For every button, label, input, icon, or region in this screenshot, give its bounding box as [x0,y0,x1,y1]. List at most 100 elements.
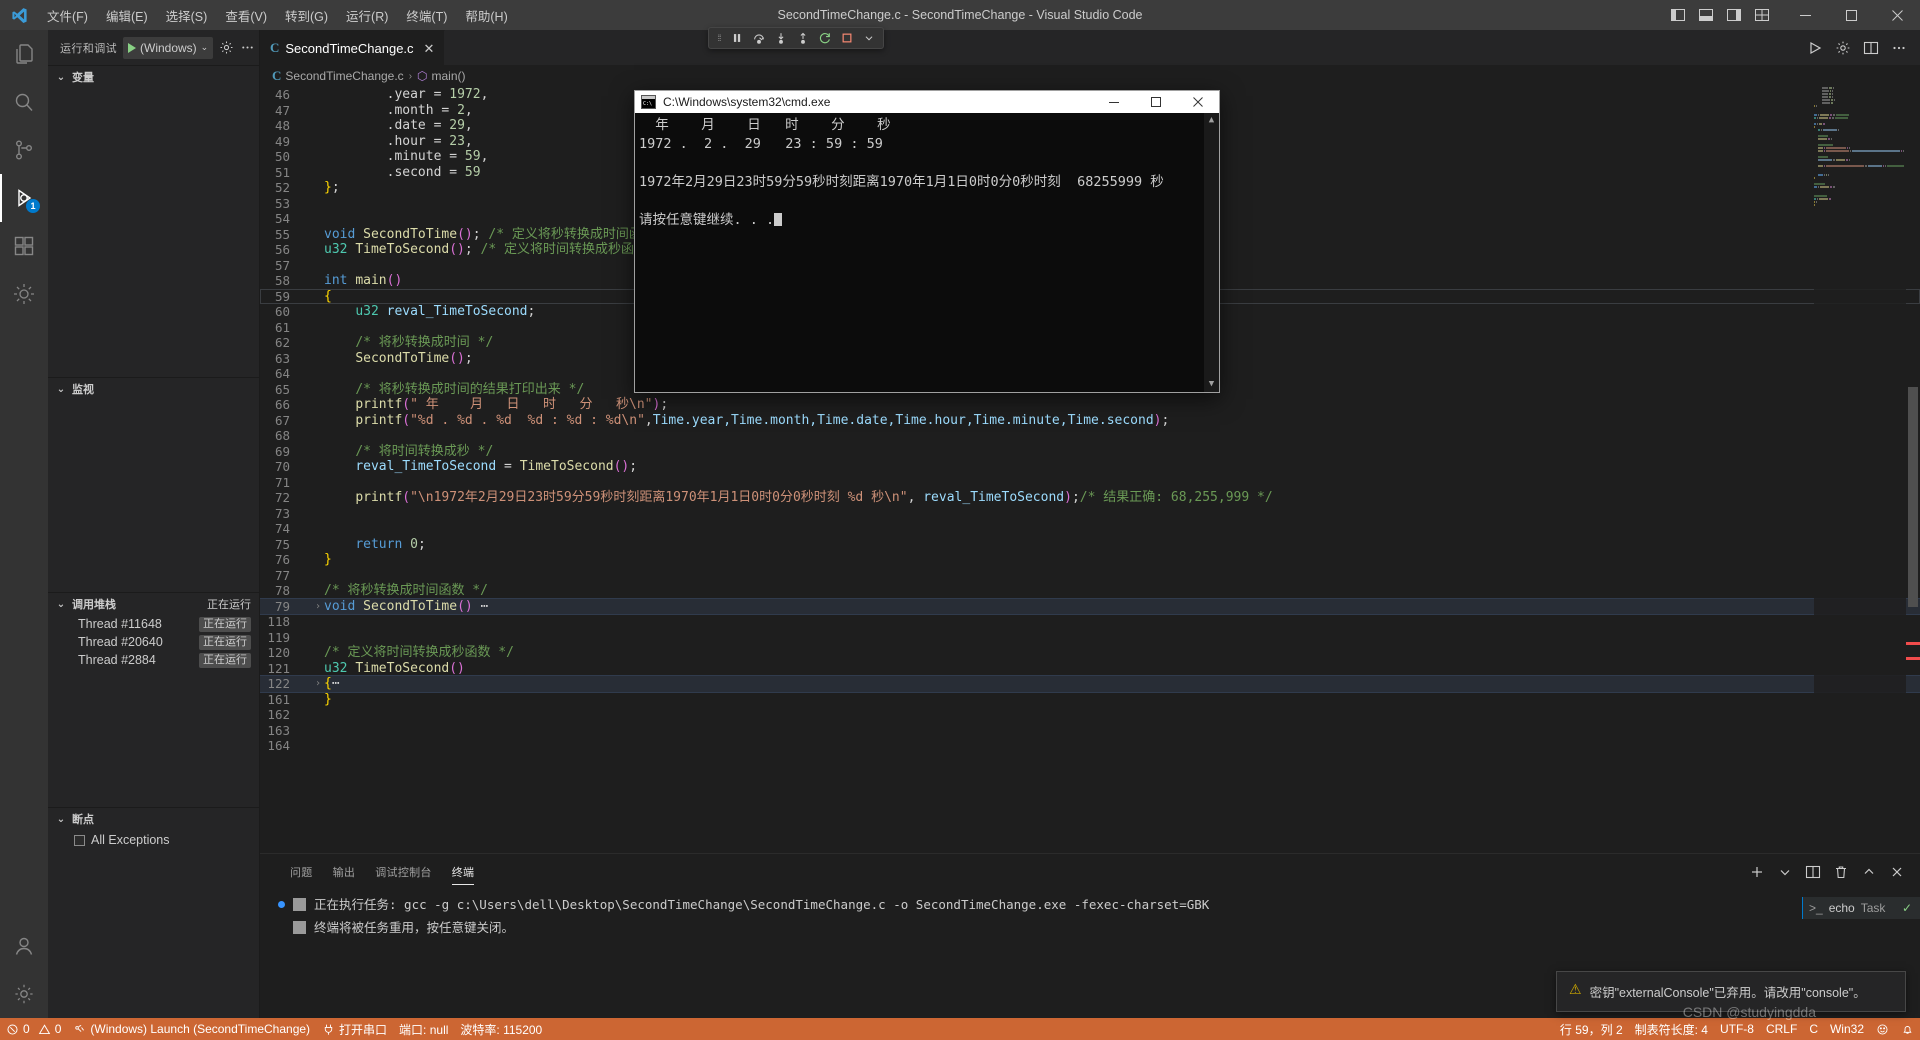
editor-minimap[interactable] [1814,87,1906,853]
menu-run[interactable]: 运行(R) [337,0,397,30]
code-line[interactable]: 121 u32 TimeToSecond() [260,661,1920,677]
status-debug-launch[interactable]: (Windows) Launch (SecondTimeChange) [67,1018,316,1040]
activity-extensions[interactable] [0,222,48,270]
breadcrumb-symbol[interactable]: ⬡ main() [417,69,466,83]
panel-tab-debug-console[interactable]: 调试控制台 [365,854,442,889]
status-platform[interactable]: Win32 [1824,1018,1870,1040]
stop-button[interactable] [836,28,857,48]
status-cursor-position[interactable]: 行 59，列 2 [1554,1018,1629,1040]
step-into-button[interactable] [770,28,791,48]
menu-selection[interactable]: 选择(S) [157,0,217,30]
tab-secondtimechange-c[interactable]: C SecondTimeChange.c ✕ [260,30,446,65]
code-line[interactable]: 70 reval_TimeToSecond = TimeToSecond(); [260,459,1920,475]
cmd-scrollbar[interactable]: ▲ ▼ [1204,113,1219,392]
more-actions-icon[interactable] [1886,35,1912,61]
cmd-minimize-button[interactable] [1093,91,1135,113]
code-line[interactable]: 69 /* 将时间转换成秒 */ [260,444,1920,460]
launch-configuration-select[interactable]: (Windows) ⌄ [123,36,214,59]
status-open-serial[interactable]: 打开串口 [316,1018,393,1040]
menu-view[interactable]: 查看(V) [216,0,276,30]
menu-edit[interactable]: 编辑(E) [97,0,157,30]
menu-file[interactable]: 文件(F) [38,0,97,30]
close-icon[interactable]: ✕ [424,42,435,55]
code-line[interactable]: 76} [260,552,1920,568]
maximize-panel-icon[interactable] [1856,859,1882,885]
code-line[interactable]: 162 [260,707,1920,723]
code-line[interactable]: 71 [260,475,1920,491]
scrollbar-thumb[interactable] [1908,387,1918,607]
notification-toast[interactable]: ⚠ 密钥"externalConsole"已弃用。请改用"console"。 [1556,971,1906,1012]
panel-tab-problems[interactable]: 问题 [280,854,323,889]
scroll-up-icon[interactable]: ▲ [1209,113,1214,128]
code-line[interactable]: 75 return 0; [260,537,1920,553]
code-line[interactable]: 122 › {⋯ [260,675,1920,693]
code-line[interactable]: 118 [260,614,1920,630]
code-line[interactable]: 74 [260,521,1920,537]
settings-gear-icon[interactable] [1830,35,1856,61]
cmd-console-window[interactable]: C:\ C:\Windows\system32\cmd.exe 年 月 日 时 … [634,90,1220,393]
code-line[interactable]: 72 printf("\n1972年2月29日23时59分59秒时刻距离1970… [260,490,1920,506]
code-line[interactable]: 79 › void SecondToTime() ⋯ [260,597,1920,615]
debug-toolbar[interactable]: ⁞⁞ [708,27,884,49]
status-indentation[interactable]: 制表符长度: 4 [1629,1018,1714,1040]
cmd-output-area[interactable]: 年 月 日 时 分 秒 1972 . 2 . 29 23 : 59 : 59 1… [635,113,1219,392]
customize-layout-icon[interactable] [1748,0,1776,30]
menu-terminal[interactable]: 终端(T) [397,0,456,30]
code-line[interactable]: 77 [260,568,1920,584]
debug-config-gear-icon[interactable] [219,37,234,59]
fold-chevron-icon[interactable]: › [312,599,324,615]
drag-handle-icon[interactable]: ⁞⁞ [713,33,725,43]
cmd-maximize-button[interactable] [1135,91,1177,113]
section-variables-header[interactable]: ⌄ 变量 [48,66,259,88]
pause-button[interactable] [726,28,747,48]
status-eol[interactable]: CRLF [1760,1018,1803,1040]
section-callstack-header[interactable]: ⌄ 调用堆栈 正在运行 [48,593,259,615]
toggle-secondary-sidebar-icon[interactable] [1720,0,1748,30]
activity-explorer[interactable] [0,30,48,78]
toggle-primary-sidebar-icon[interactable] [1664,0,1692,30]
activity-settings[interactable] [0,970,48,1018]
activity-source-control[interactable] [0,126,48,174]
breakpoint-checkbox[interactable] [74,834,85,846]
terminal-dropdown-icon[interactable] [1772,859,1798,885]
table-row[interactable]: Thread #20640 正在运行 [48,633,259,651]
new-terminal-icon[interactable] [1744,859,1770,885]
list-item[interactable]: All Exceptions [48,830,259,850]
code-line[interactable]: 66 printf(" 年 月 日 时 分 秒\n"); [260,397,1920,413]
window-minimize-button[interactable] [1782,0,1828,30]
activity-run-debug[interactable]: 1 [0,174,48,222]
menu-help[interactable]: 帮助(H) [456,0,516,30]
cmd-close-button[interactable] [1177,91,1219,113]
cmd-title-bar[interactable]: C:\ C:\Windows\system32\cmd.exe [635,91,1219,113]
status-feedback[interactable] [1870,1018,1895,1040]
panel-tab-output[interactable]: 输出 [323,854,366,889]
debug-more-actions-icon[interactable] [240,37,255,59]
window-close-button[interactable] [1874,0,1920,30]
status-baud[interactable]: 波特率: 115200 [454,1018,548,1040]
split-terminal-icon[interactable] [1800,859,1826,885]
status-problems[interactable]: 0 0 [0,1018,67,1040]
code-line[interactable]: 120 /* 定义将时间转换成秒函数 */ [260,645,1920,661]
table-row[interactable]: Thread #2884 正在运行 [48,651,259,669]
table-row[interactable]: Thread #11648 正在运行 [48,615,259,633]
section-watch-header[interactable]: ⌄ 监视 [48,378,259,400]
trash-icon[interactable] [1828,859,1854,885]
debug-dropdown-button[interactable] [858,28,879,48]
menu-go[interactable]: 转到(G) [276,0,337,30]
restart-button[interactable] [814,28,835,48]
code-line[interactable]: 68 [260,428,1920,444]
status-encoding[interactable]: UTF-8 [1714,1018,1760,1040]
window-maximize-button[interactable] [1828,0,1874,30]
editor-scrollbar[interactable] [1906,87,1920,853]
activity-platformio[interactable] [0,270,48,318]
code-line[interactable]: 163 [260,723,1920,739]
run-code-icon[interactable] [1802,35,1828,61]
panel-tab-terminal[interactable]: 终端 [442,854,485,889]
code-line[interactable]: 78 /* 将秒转换成时间函数 */ [260,583,1920,599]
code-line[interactable]: 73 [260,506,1920,522]
toggle-panel-icon[interactable] [1692,0,1720,30]
terminal-tab-echo[interactable]: >_ echo Task ✓ [1802,897,1920,919]
status-notifications[interactable] [1895,1018,1920,1040]
step-over-button[interactable] [748,28,769,48]
status-port[interactable]: 端口: null [393,1018,454,1040]
